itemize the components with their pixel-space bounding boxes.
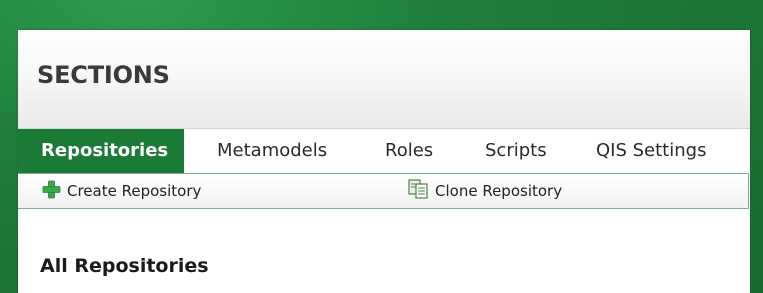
tab-roles[interactable]: Roles	[385, 129, 433, 173]
tab-scripts[interactable]: Scripts	[485, 129, 547, 173]
tab-repositories[interactable]: Repositories	[18, 129, 185, 173]
all-repositories-heading: All Repositories	[40, 255, 209, 277]
clone-repository-button[interactable]: Clone Repository	[408, 174, 562, 208]
sections-panel: SECTIONS Repositories Metamodels Roles S…	[18, 30, 750, 293]
plus-icon	[42, 180, 61, 203]
tab-metamodels[interactable]: Metamodels	[217, 129, 327, 173]
clone-icon	[408, 179, 429, 203]
create-repository-button[interactable]: Create Repository	[42, 174, 201, 208]
create-repository-label: Create Repository	[67, 182, 202, 200]
tab-qis-settings[interactable]: QIS Settings	[596, 129, 706, 173]
panel-header: SECTIONS	[18, 30, 750, 129]
repository-toolbar: Create Repository Clone Repository	[18, 173, 749, 209]
panel-title: SECTIONS	[37, 61, 170, 89]
clone-repository-label: Clone Repository	[435, 182, 563, 200]
tab-bar: Repositories Metamodels Roles Scripts QI…	[18, 129, 750, 173]
